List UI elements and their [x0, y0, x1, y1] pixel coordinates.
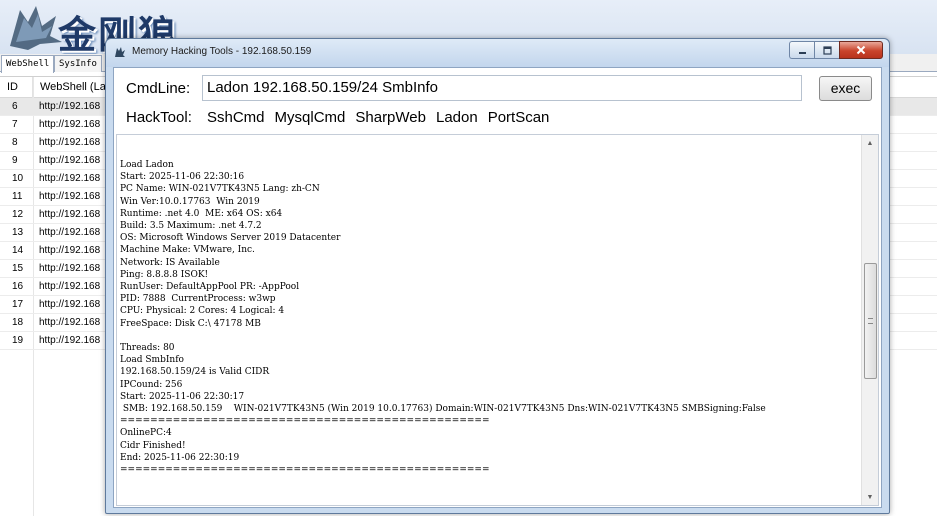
row-id: 14 — [12, 245, 24, 256]
row-url: http://192.168 — [39, 281, 101, 292]
window-title-bar[interactable]: Memory Hacking Tools - 192.168.50.159 — [106, 39, 889, 67]
row-id: 17 — [12, 299, 24, 310]
hacktool-ladon-link[interactable]: Ladon — [436, 109, 478, 126]
output-line: ========================================… — [120, 416, 490, 427]
row-id: 9 — [12, 155, 18, 166]
row-url: http://192.168 — [39, 263, 101, 274]
exec-button[interactable]: exec — [819, 76, 872, 101]
scroll-up-arrow-icon[interactable]: ▲ — [862, 135, 878, 151]
wolf-app-icon — [115, 47, 125, 57]
output-line: OnlinePC:4 — [120, 428, 172, 439]
minimize-icon — [798, 51, 806, 54]
maximize-button[interactable] — [814, 41, 839, 59]
row-id: 19 — [12, 335, 24, 346]
column-header-id[interactable]: ID — [0, 77, 33, 98]
row-url: http://192.168 — [39, 173, 101, 184]
row-url: http://192.168 — [39, 191, 101, 202]
output-line: SMB: 192.168.50.159 WIN-021V7TK43N5 (Win… — [120, 404, 766, 415]
output-textarea[interactable]: Load Ladon Start: 2025-11-06 22:30:16 PC N… — [116, 134, 879, 506]
row-id: 12 — [12, 209, 24, 220]
output-line: ========================================… — [120, 465, 490, 476]
cmdline-input[interactable]: Ladon 192.168.50.159/24 SmbInfo — [202, 75, 802, 101]
output-line: Load Ladon — [120, 160, 174, 170]
output-line: Network: IS Available — [120, 257, 220, 268]
hacktool-sshcmd-link[interactable]: SshCmd — [207, 109, 265, 126]
vertical-scrollbar[interactable]: ▲ ▼ — [861, 135, 878, 505]
output-line: End: 2025-11-06 22:30:19 — [120, 452, 240, 463]
close-button[interactable] — [839, 41, 883, 59]
hacktool-links: SshCmd MysqlCmd SharpWeb Ladon PortScan — [207, 109, 549, 126]
output-line: Runtime: .net 4.0 ME: x64 OS: x64 — [120, 208, 283, 219]
row-id: 18 — [12, 317, 24, 328]
window-controls — [789, 41, 883, 59]
row-url: http://192.168 — [39, 245, 101, 256]
row-id: 11 — [12, 191, 23, 202]
output-line: Machine Make: VMware, Inc. — [120, 245, 255, 256]
hacktool-mysqlcmd-link[interactable]: MysqlCmd — [275, 109, 346, 126]
close-icon — [856, 45, 866, 55]
scrollbar-grip-icon — [868, 318, 873, 324]
row-url: http://192.168 — [39, 137, 101, 148]
row-url: http://192.168 — [39, 101, 101, 112]
output-line: Cidr Finished! — [120, 440, 186, 451]
row-url: http://192.168 — [39, 119, 101, 130]
cmdline-label: CmdLine: — [126, 80, 191, 97]
row-id: 10 — [12, 173, 24, 184]
output-line: Start: 2025-11-06 22:30:16 — [120, 172, 245, 183]
row-id: 13 — [12, 227, 24, 238]
hacktool-portscan-link[interactable]: PortScan — [488, 109, 550, 126]
output-line: RunUser: DefaultAppPool PR: -AppPool — [120, 282, 300, 293]
hacktool-sharpweb-link[interactable]: SharpWeb — [355, 109, 426, 126]
output-line: Build: 3.5 Maximum: .net 4.7.2 — [120, 221, 262, 232]
row-url: http://192.168 — [39, 299, 101, 310]
row-id: 7 — [12, 119, 18, 130]
row-url: http://192.168 — [39, 209, 101, 220]
row-url: http://192.168 — [39, 335, 101, 346]
row-id: 16 — [12, 281, 24, 292]
output-line: IPCound: 256 — [120, 379, 183, 390]
output-text: Load Ladon Start: 2025-11-06 22:30:16 PC N… — [120, 159, 862, 476]
output-line: PC Name: WIN-021V7TK43N5 Lang: zh-CN — [120, 184, 320, 195]
window-body: CmdLine: Ladon 192.168.50.159/24 SmbInfo… — [113, 67, 882, 508]
output-line: Start: 2025-11-06 22:30:17 — [120, 391, 245, 402]
output-line: Threads: 80 — [120, 343, 175, 354]
row-id: 8 — [12, 137, 18, 148]
output-line: OS: Microsoft Windows Server 2019 Datace… — [120, 233, 341, 244]
row-url: http://192.168 — [39, 155, 101, 166]
row-url: http://192.168 — [39, 227, 101, 238]
window-title: Memory Hacking Tools - 192.168.50.159 — [132, 46, 312, 57]
maximize-icon — [822, 45, 832, 55]
output-line: CPU: Physical: 2 Cores: 4 Logical: 4 — [120, 306, 285, 317]
scroll-down-arrow-icon[interactable]: ▼ — [862, 489, 878, 505]
output-line: Load SmbInfo — [120, 355, 184, 366]
output-line: PID: 7888 CurrentProcess: w3wp — [120, 294, 276, 305]
row-id: 15 — [12, 263, 24, 274]
output-line: FreeSpace: Disk C:\ 47178 MB — [120, 318, 261, 329]
output-line: Win Ver:10.0.17763 Win 2019 — [120, 196, 260, 207]
row-url: http://192.168 — [39, 317, 101, 328]
row-id: 6 — [12, 101, 18, 112]
scrollbar-thumb[interactable] — [864, 263, 877, 379]
memory-hacking-tools-window: Memory Hacking Tools - 192.168.50.159 Cm… — [105, 38, 890, 514]
output-line: 192.168.50.159/24 is Valid CIDR — [120, 367, 270, 378]
hacktool-label: HackTool: — [126, 109, 192, 126]
output-line: Ping: 8.8.8.8 ISOK! — [120, 269, 209, 280]
tab-webshell[interactable]: WebShell — [1, 55, 55, 73]
minimize-button[interactable] — [789, 41, 814, 59]
tab-sysinfo[interactable]: SysInfo — [54, 55, 102, 72]
